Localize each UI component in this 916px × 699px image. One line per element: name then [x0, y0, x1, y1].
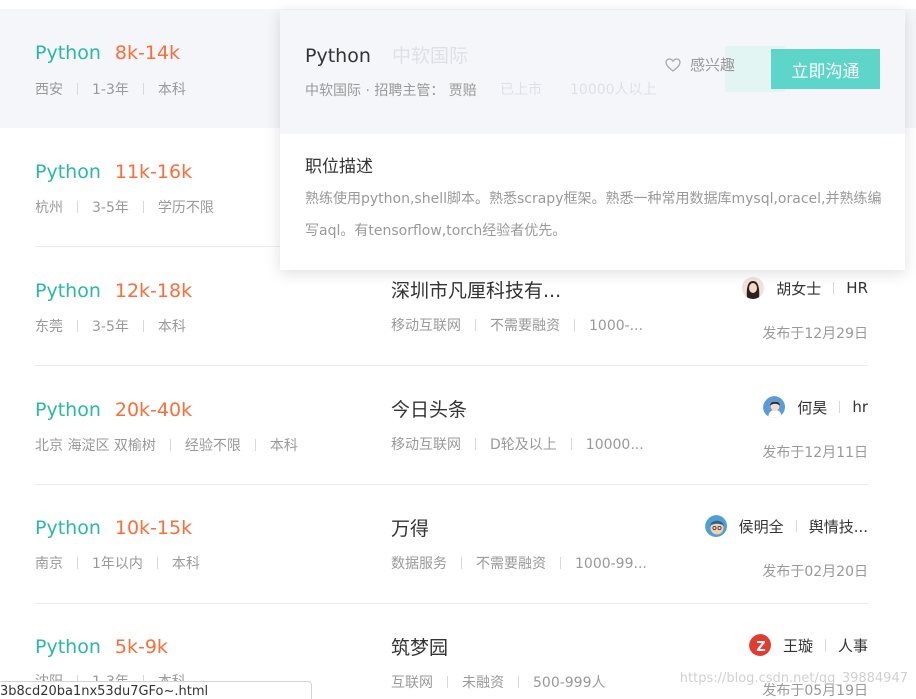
- job-position[interactable]: Python: [35, 280, 101, 302]
- job-city: 北京 海淀区 双榆树: [35, 438, 156, 454]
- hr-title: hr: [852, 398, 868, 416]
- publish-date: 发布于12月11日: [762, 445, 868, 461]
- job-meta: 杭州 3-5年 学历不限: [35, 197, 214, 217]
- job-detail-popup: 中软国际 已上市 10000人以上 Python 中软国际 · 招聘主管： 贾赔 …: [280, 10, 905, 270]
- company-size: 1000-...: [589, 318, 644, 334]
- job-position[interactable]: Python: [35, 161, 101, 183]
- company-funding: 未融资: [462, 675, 504, 691]
- job-meta: 北京 海淀区 双榆树 经验不限 本科: [35, 435, 298, 455]
- job-experience: 1-3年: [92, 82, 129, 98]
- job-position[interactable]: Python: [35, 636, 101, 658]
- company-industry: 互联网: [391, 675, 433, 691]
- ghost-company-meta: 已上市 10000人以上: [500, 79, 685, 99]
- heart-icon: [665, 57, 681, 72]
- job-meta: 南京 1年以内 本科: [35, 553, 200, 573]
- popup-job-title: Python: [305, 45, 371, 67]
- job-title[interactable]: Python 5k-9k: [35, 636, 168, 658]
- interest-label: 感兴趣: [690, 56, 736, 74]
- avatar-glyph: Z: [756, 640, 765, 655]
- publish-date: 发布于02月20日: [762, 564, 868, 580]
- hr-info[interactable]: Z 王璇 人事: [748, 634, 868, 656]
- popup-header: 中软国际 已上市 10000人以上 Python 中软国际 · 招聘主管： 贾赔 …: [280, 10, 905, 134]
- job-meta: 西安 1-3年 本科: [35, 79, 186, 99]
- avatar: [763, 396, 786, 418]
- company-industry: 移动互联网: [391, 318, 461, 334]
- hr-title: 舆情技...: [808, 517, 868, 536]
- job-city: 杭州: [35, 200, 63, 216]
- job-city: 东莞: [35, 319, 63, 335]
- company-industry: 数据服务: [391, 556, 447, 572]
- publish-date: 发布于12月29日: [762, 326, 868, 342]
- job-list-page: Python 8k-14k 西安 1-3年 本科 Python 11k-16k 杭州 3-…: [0, 0, 916, 699]
- job-education: 学历不限: [157, 200, 214, 216]
- ghost-company-name: 中软国际: [392, 45, 469, 67]
- job-position[interactable]: Python: [35, 399, 101, 421]
- chat-now-button[interactable]: 立即沟通: [771, 49, 880, 89]
- job-education: 本科: [171, 556, 200, 572]
- job-description: 熟练使用python,shell脚本。熟悉scrapy框架。熟悉一种常用数据库m…: [305, 191, 882, 239]
- company-funding: 不需要融资: [476, 556, 546, 572]
- job-salary: 12k-18k: [114, 280, 193, 302]
- job-position[interactable]: Python: [35, 517, 101, 539]
- job-title[interactable]: Python 11k-16k: [35, 161, 192, 183]
- avatar: [742, 277, 765, 299]
- job-salary: 11k-16k: [114, 161, 193, 183]
- interest-toggle[interactable]: 感兴趣: [665, 54, 735, 75]
- job-city: 西安: [35, 82, 63, 98]
- hr-info[interactable]: 胡女士 HR: [742, 277, 868, 299]
- hr-info[interactable]: 侯明全 舆情技...: [704, 515, 868, 537]
- job-position[interactable]: Python: [35, 42, 101, 64]
- company-name[interactable]: 万得: [391, 514, 429, 541]
- watermark: https://blog.csdn.net/qq_39884947: [679, 671, 908, 686]
- hr-name: 何昊: [797, 398, 828, 417]
- company-size: 500-999人: [533, 675, 606, 691]
- job-education: 本科: [269, 438, 298, 454]
- job-salary: 8k-14k: [114, 42, 181, 64]
- job-experience: 3-5年: [92, 200, 129, 216]
- job-title[interactable]: Python 8k-14k: [35, 42, 180, 64]
- company-funding: 不需要融资: [490, 318, 560, 334]
- job-experience: 3-5年: [92, 319, 129, 335]
- company-funding: D轮及以上: [490, 437, 557, 453]
- job-education: 本科: [157, 82, 186, 98]
- status-bar-url: 3b8cd20ba1nx53du7GFo~.html: [0, 681, 312, 699]
- avatar: Z: [748, 634, 771, 656]
- hr-info[interactable]: 何昊 hr: [763, 396, 868, 418]
- popup-company-meta: 中软国际 · 招聘主管： 贾赔: [305, 83, 477, 99]
- company-meta: 数据服务 不需要融资 1000-99...: [391, 553, 647, 573]
- job-city: 南京: [35, 556, 63, 572]
- hr-title: HR: [846, 279, 868, 297]
- job-salary: 10k-15k: [114, 517, 193, 539]
- company-name[interactable]: 今日头条: [391, 395, 467, 422]
- job-card[interactable]: Python 20k-40k 北京 海淀区 双榆树 经验不限 本科 今日头条 移动互联…: [0, 366, 916, 485]
- company-name[interactable]: 筑梦园: [391, 633, 448, 660]
- job-education: 本科: [157, 319, 186, 335]
- job-card[interactable]: Python 10k-15k 南京 1年以内 本科 万得 数据服务 不需要融资 1000-…: [0, 485, 916, 604]
- company-industry: 移动互联网: [391, 437, 461, 453]
- description-title: 职位描述: [305, 157, 373, 177]
- hr-name: 王璇: [782, 636, 813, 655]
- company-meta: 互联网 未融资 500-999人: [391, 672, 606, 692]
- job-title[interactable]: Python 12k-18k: [35, 280, 192, 302]
- job-salary: 20k-40k: [114, 399, 193, 421]
- job-experience: 经验不限: [184, 438, 241, 454]
- company-meta: 移动互联网 D轮及以上 10000...: [391, 434, 644, 454]
- hr-name: 胡女士: [776, 279, 822, 298]
- job-salary: 5k-9k: [114, 636, 168, 658]
- hr-title: 人事: [837, 636, 868, 655]
- job-title[interactable]: Python 20k-40k: [35, 399, 192, 421]
- ghost-meta-item: 已上市: [500, 82, 542, 98]
- job-meta: 东莞 3-5年 本科: [35, 316, 186, 336]
- job-experience: 1年以内: [92, 556, 143, 572]
- ghost-meta-item: 10000人以上: [570, 82, 657, 98]
- company-size: 1000-99...: [575, 556, 647, 572]
- job-title[interactable]: Python 10k-15k: [35, 517, 192, 539]
- hr-name: 侯明全: [738, 517, 784, 536]
- avatar: [704, 515, 727, 537]
- company-name[interactable]: 深圳市凡厘科技有...: [391, 276, 561, 303]
- company-meta: 移动互联网 不需要融资 1000-...: [391, 315, 643, 335]
- company-size: 10000...: [585, 437, 644, 453]
